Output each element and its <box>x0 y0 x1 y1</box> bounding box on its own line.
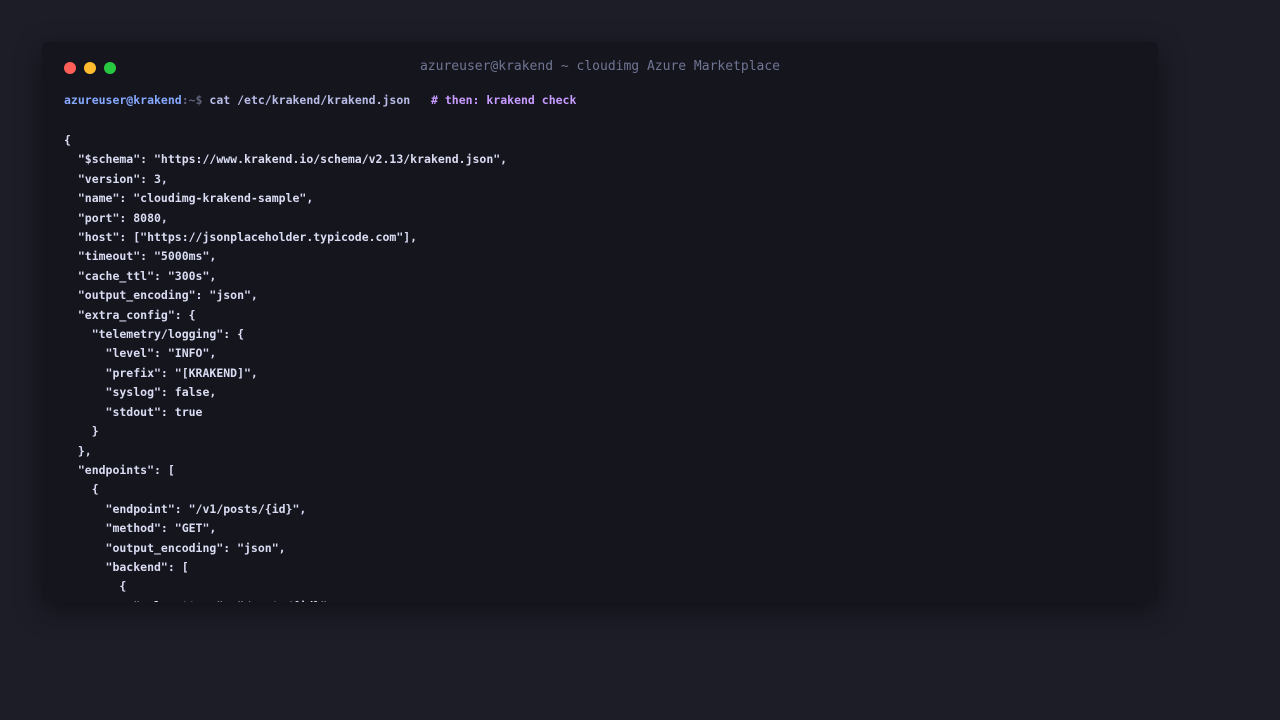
output-line: "host": ["https://jsonplaceholder.typico… <box>64 230 418 245</box>
output-line: "backend": [ <box>64 559 189 574</box>
prompt-user-host: azureuser@krakend <box>64 93 182 107</box>
output-line: } <box>64 424 99 439</box>
terminal-output: { "$schema": "https://www.krakend.io/sch… <box>64 131 507 602</box>
terminal-window: azureuser@krakend ~ cloudimg Azure Marke… <box>42 42 1158 602</box>
prompt-comment: # then: krakend check <box>431 93 577 107</box>
output-line: "output_encoding": "json", <box>64 540 286 555</box>
output-line: }, <box>64 443 92 458</box>
output-line: "output_encoding": "json", <box>64 288 258 303</box>
prompt-path: :~$ <box>181 93 203 107</box>
output-line: "$schema": "https://www.krakend.io/schem… <box>64 152 508 167</box>
output-line: "version": 3, <box>64 171 168 186</box>
output-line: { <box>64 133 71 147</box>
output-line: "stdout": true <box>64 404 203 419</box>
output-line: "name": "cloudimg-krakend-sample", <box>64 191 314 206</box>
output-line: "endpoint": "/v1/posts/{id}", <box>64 501 307 516</box>
output-line: "timeout": "5000ms", <box>64 249 217 264</box>
output-line: "url_pattern": "/posts/{id}", <box>64 597 507 602</box>
command-prompt-line: azureuser@krakend:~$ cat /etc/krakend/kr… <box>64 93 576 107</box>
output-line: { <box>64 579 127 594</box>
output-line: "endpoints": [ <box>64 462 175 477</box>
output-line: "method": "GET", <box>64 521 217 536</box>
output-line: "port": 8080, <box>64 210 168 225</box>
output-line: "syslog": false, <box>64 385 217 400</box>
output-line: "extra_config": { <box>64 307 196 322</box>
window-title: azureuser@krakend ~ cloudimg Azure Marke… <box>419 59 781 74</box>
output-line: "prefix": "[KRAKEND]", <box>64 365 258 380</box>
output-line: "level": "INFO", <box>64 346 217 361</box>
prompt-command: cat /etc/krakend/krakend.json <box>209 93 411 107</box>
output-line: "telemetry/logging": { <box>64 327 245 342</box>
output-line: "cache_ttl": "300s", <box>64 268 217 283</box>
output-line: { <box>64 482 99 497</box>
title-bar: azureuser@krakend ~ cloudimg Azure Marke… <box>42 42 1158 92</box>
